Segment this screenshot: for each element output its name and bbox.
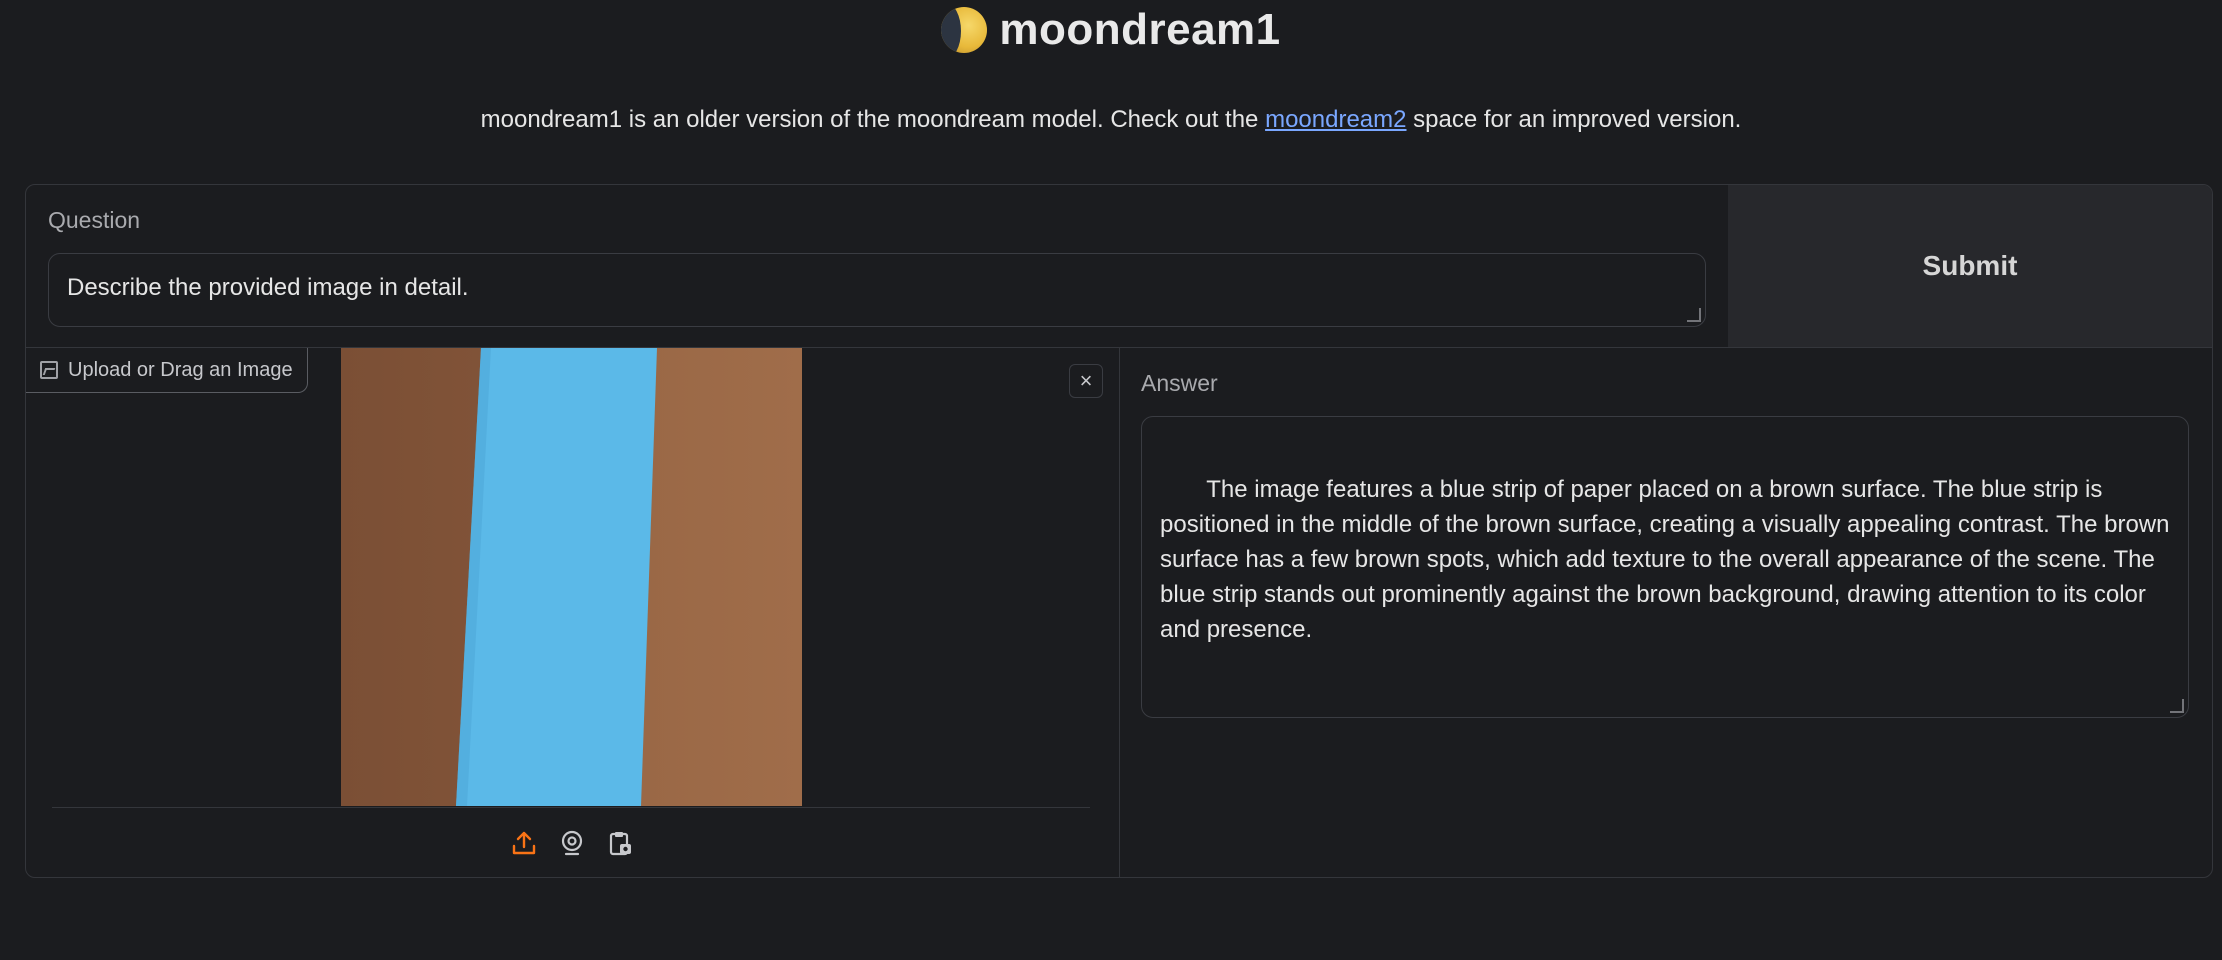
submit-button[interactable]: Submit	[1728, 185, 2212, 348]
uploaded-image	[341, 348, 802, 806]
question-label: Question	[48, 207, 141, 233]
divider	[52, 807, 1090, 808]
uploaded-image-graphic	[341, 348, 802, 806]
resize-handle-icon[interactable]	[1687, 308, 1701, 322]
main-panel: Question Describe the provided image in …	[25, 184, 2213, 878]
page-title: moondream1	[999, 5, 1281, 54]
question-section: Question Describe the provided image in …	[26, 185, 1728, 348]
clear-image-button[interactable]: ×	[1069, 364, 1103, 398]
description: moondream1 is an older version of the mo…	[0, 106, 2222, 134]
moon-icon	[941, 7, 988, 53]
description-text-start: moondream1 is an older version of the mo…	[480, 106, 1266, 133]
question-input-value: Describe the provided image in detail.	[67, 274, 469, 301]
description-text-end: space for an improved version.	[1406, 106, 1742, 133]
answer-label: Answer	[1141, 370, 1218, 396]
image-input[interactable]: Upload or Drag an Image ×	[26, 348, 1120, 877]
upload-label: Upload or Drag an Image	[26, 348, 308, 393]
answer-output[interactable]: The image features a blue strip of paper…	[1141, 416, 2189, 718]
resize-handle-icon[interactable]	[2170, 699, 2184, 713]
question-input[interactable]: Describe the provided image in detail.	[48, 253, 1706, 327]
upload-icon[interactable]	[509, 828, 539, 858]
header: moondream1	[0, 0, 2222, 60]
upload-label-text: Upload or Drag an Image	[68, 358, 293, 381]
image-icon	[40, 361, 58, 379]
webcam-icon[interactable]	[557, 828, 587, 858]
answer-text: The image features a blue strip of paper…	[1160, 476, 2177, 643]
moondream2-link[interactable]: moondream2	[1265, 106, 1406, 133]
clipboard-icon[interactable]	[605, 828, 635, 858]
app-page: moondream1 moondream1 is an older versio…	[0, 0, 2222, 960]
image-source-toolbar	[509, 828, 635, 858]
